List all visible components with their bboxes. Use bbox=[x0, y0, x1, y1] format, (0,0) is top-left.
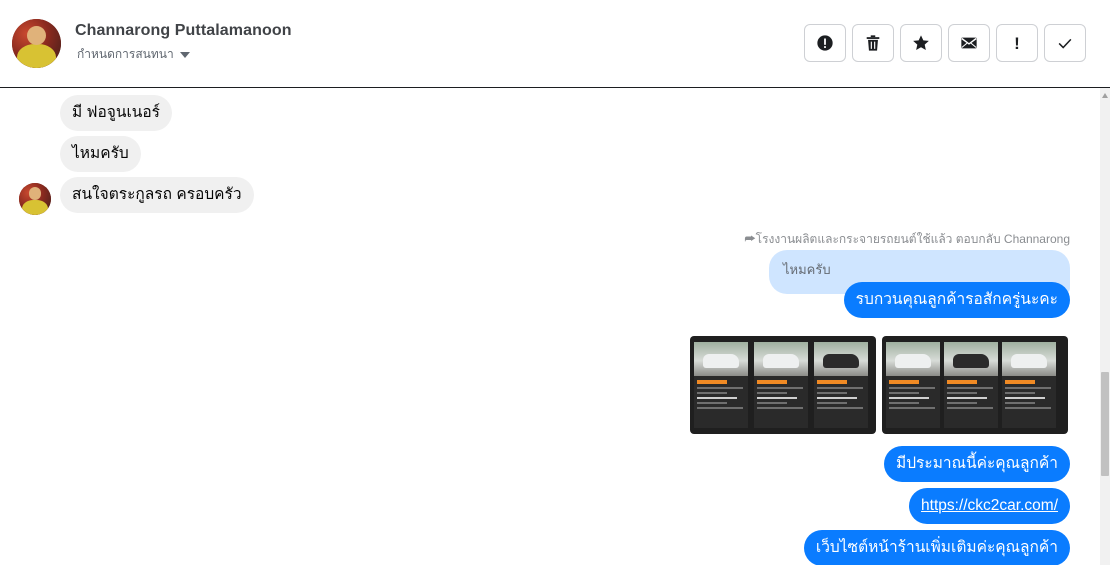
mark-done-button[interactable] bbox=[1044, 24, 1086, 62]
sender-avatar bbox=[19, 183, 51, 215]
reply-context: ⮫โรงงานผลิตและกระจายรถยนต์ใช้แล้ว ตอบกลั… bbox=[744, 230, 1070, 249]
check-icon bbox=[1058, 38, 1072, 49]
image-attachment[interactable] bbox=[690, 336, 876, 434]
follow-up-button[interactable]: ! bbox=[996, 24, 1038, 62]
outgoing-message[interactable]: https://ckc2car.com/ bbox=[909, 488, 1070, 524]
website-link[interactable]: https://ckc2car.com/ bbox=[921, 497, 1058, 514]
scrollbar[interactable] bbox=[1100, 88, 1110, 565]
caret-down-icon bbox=[179, 52, 190, 58]
delete-button[interactable] bbox=[852, 24, 894, 62]
alert-circle-icon bbox=[817, 35, 833, 51]
incoming-message[interactable]: สนใจตระกูลรถ ครอบครัว bbox=[60, 177, 254, 213]
outgoing-message[interactable]: มีประมาณนี้ค่ะคุณลูกค้า bbox=[883, 446, 1070, 482]
contact-avatar[interactable] bbox=[12, 19, 61, 68]
scroll-up-arrow-icon[interactable] bbox=[1102, 93, 1108, 98]
star-icon bbox=[913, 35, 929, 51]
assign-conversation-label: กำหนดการสนทนา bbox=[77, 47, 174, 61]
conversation-header: Channarong Puttalamanoon กำหนดการสนทนา ! bbox=[0, 0, 1110, 88]
report-spam-button[interactable] bbox=[804, 24, 846, 62]
trash-icon bbox=[866, 35, 880, 51]
reply-arrow-icon: ⮫ bbox=[744, 232, 756, 246]
envelope-icon bbox=[961, 37, 977, 49]
incoming-message[interactable]: ไหมครับ bbox=[60, 136, 141, 172]
outgoing-message[interactable]: รบกวนคุณลูกค้ารอสักครู่นะคะ bbox=[843, 282, 1070, 318]
contact-name[interactable]: Channarong Puttalamanoon bbox=[75, 22, 292, 40]
image-attachment[interactable] bbox=[882, 336, 1068, 434]
star-button[interactable] bbox=[900, 24, 942, 62]
incoming-message[interactable]: มี ฟอจูนเนอร์ bbox=[60, 95, 173, 131]
mark-unread-button[interactable] bbox=[948, 24, 990, 62]
exclamation-icon: ! bbox=[1014, 33, 1020, 53]
conversation-toolbar: ! bbox=[804, 24, 1086, 62]
outgoing-message[interactable]: เว็บไซต์หน้าร้านเพิ่มเติมค่ะคุณลูกค้า bbox=[803, 530, 1070, 565]
scrollbar-thumb[interactable] bbox=[1101, 372, 1109, 476]
assign-conversation-dropdown[interactable]: กำหนดการสนทนา bbox=[77, 45, 190, 64]
reply-context-text: โรงงานผลิตและกระจายรถยนต์ใช้แล้ว ตอบกลับ… bbox=[755, 232, 1070, 246]
